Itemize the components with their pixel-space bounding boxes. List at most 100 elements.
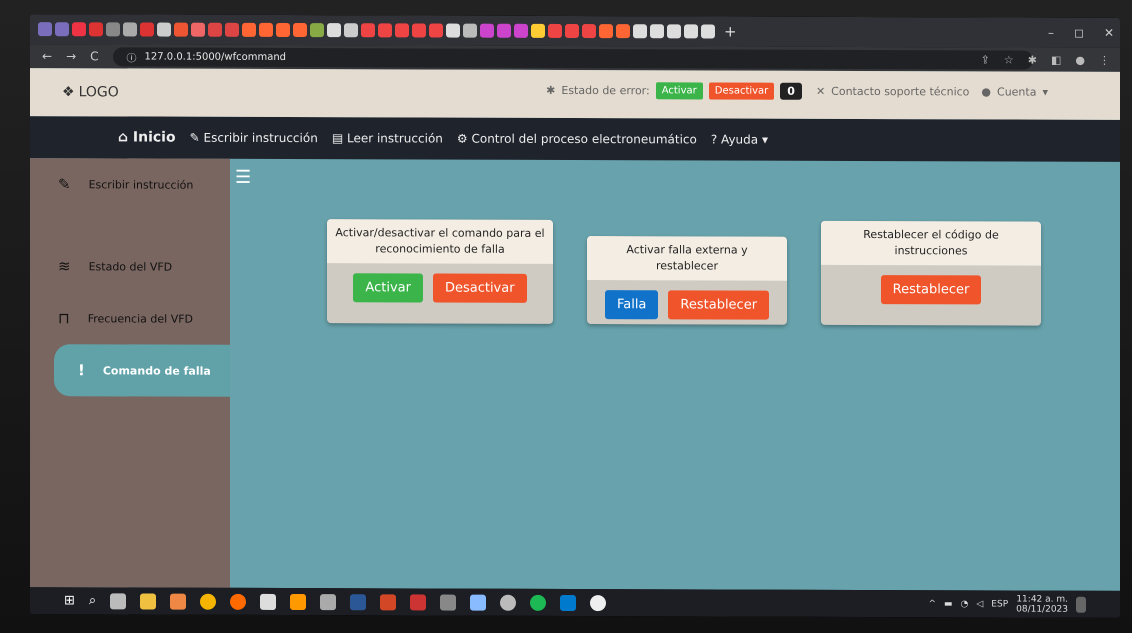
tab-favicon[interactable] — [531, 23, 545, 38]
tab-favicon[interactable] — [361, 23, 375, 38]
word-icon[interactable] — [350, 593, 367, 610]
tab-favicon[interactable] — [514, 23, 528, 38]
tab-favicon[interactable] — [89, 22, 103, 37]
share-icon[interactable]: ⇪ — [981, 53, 990, 66]
battery-icon[interactable]: ▬ — [944, 599, 953, 609]
nav-help[interactable]: ? Ayuda ▾ — [711, 132, 768, 146]
maximize-button[interactable]: ◻ — [1074, 26, 1084, 40]
tab-favicon[interactable] — [327, 23, 341, 38]
nav-read[interactable]: ▤ Leer instrucción — [332, 131, 443, 145]
sidebar-item-write[interactable]: ✎ Escribir instrucción — [30, 158, 230, 211]
fault-button[interactable]: Falla — [604, 290, 659, 320]
star-icon[interactable]: ☆ — [1004, 53, 1014, 66]
office-icon[interactable] — [170, 593, 187, 610]
sidebar-item-vfd-frequency[interactable]: ⊓ Frecuencia del VFD — [30, 292, 230, 345]
minimize-button[interactable]: – — [1048, 26, 1054, 40]
chrome-icon[interactable] — [200, 593, 217, 610]
nav-write[interactable]: ✎ Escribir instrucción — [190, 131, 318, 145]
new-tab-button[interactable]: + — [724, 23, 737, 41]
tab-favicon[interactable] — [310, 23, 324, 38]
tab-favicon[interactable] — [582, 24, 596, 39]
app-icon[interactable] — [320, 593, 337, 610]
chevron-up-icon[interactable]: ^ — [928, 599, 936, 609]
notification-icon[interactable] — [1076, 596, 1086, 613]
kebab-menu-icon[interactable]: ⋮ — [1099, 53, 1110, 66]
support-link[interactable]: Contacto soporte técnico — [831, 85, 969, 98]
vscode-icon[interactable] — [560, 594, 577, 611]
extensions-icon[interactable]: ✱ — [1028, 53, 1037, 66]
activate-recognition-button[interactable]: Activar — [353, 273, 423, 303]
activate-button[interactable]: Activar — [655, 82, 703, 100]
reset-fault-button[interactable]: Restablecer — [668, 290, 770, 320]
tab-favicon[interactable] — [650, 24, 664, 39]
tab-favicon[interactable] — [242, 22, 256, 37]
app-icon[interactable] — [440, 594, 457, 611]
tab-favicon[interactable] — [667, 24, 681, 39]
powerpoint-icon[interactable] — [380, 593, 397, 610]
tab-favicon[interactable] — [701, 24, 715, 39]
clock[interactable]: 11:42 a. m. 08/11/2023 — [1016, 594, 1068, 614]
logo[interactable]: ❖ LOGO — [62, 84, 119, 100]
tab-favicon[interactable] — [378, 23, 392, 38]
tab-favicon[interactable] — [38, 22, 52, 37]
tab-favicon[interactable] — [276, 22, 290, 38]
tab-favicon[interactable] — [565, 23, 579, 39]
profile-icon[interactable]: ● — [1075, 53, 1085, 66]
tab-favicon[interactable] — [446, 23, 460, 38]
back-icon[interactable]: ← — [42, 49, 52, 63]
forward-icon[interactable]: → — [66, 49, 76, 63]
tab-favicon[interactable] — [225, 22, 239, 37]
taskview-icon[interactable] — [110, 592, 127, 609]
nav-control[interactable]: ⚙ Control del proceso electroneumático — [457, 132, 697, 147]
app-icon[interactable] — [290, 593, 307, 610]
tab-favicon[interactable] — [123, 22, 137, 37]
tab-favicon[interactable] — [480, 23, 494, 38]
tab-favicon[interactable] — [616, 24, 630, 39]
mail-icon[interactable] — [470, 594, 487, 611]
language-indicator[interactable]: ESP — [991, 599, 1008, 609]
account-menu[interactable]: Cuenta — [997, 85, 1036, 98]
reset-instructions-button[interactable]: Restablecer — [880, 275, 982, 305]
sidebar-item-vfd-state[interactable]: ≋ Estado del VFD — [30, 240, 230, 293]
search-icon[interactable]: ⌕ — [89, 593, 96, 608]
spotify-icon[interactable] — [530, 594, 547, 611]
tab-favicon[interactable] — [208, 22, 222, 37]
windows-start-icon[interactable]: ⊞ — [64, 593, 75, 608]
deactivate-recognition-button[interactable]: Desactivar — [432, 273, 527, 303]
deactivate-button[interactable]: Desactivar — [708, 82, 775, 100]
tab-favicon[interactable] — [55, 22, 69, 37]
file-explorer-icon[interactable] — [140, 592, 157, 610]
volume-icon[interactable]: ◁ — [976, 599, 983, 609]
tab-favicon[interactable] — [259, 22, 273, 37]
url-field[interactable]: ⓘ 127.0.0.1:5000/wfcommand — [112, 46, 1033, 70]
tab-favicon[interactable] — [293, 23, 307, 38]
tab-favicon[interactable] — [140, 22, 154, 37]
hamburger-menu-icon[interactable]: ☰ — [235, 167, 251, 188]
tab-favicon[interactable] — [191, 22, 205, 37]
tab-favicon[interactable] — [174, 22, 188, 37]
tab-favicon[interactable] — [395, 23, 409, 38]
tab-favicon[interactable] — [429, 23, 443, 38]
tab-favicon[interactable] — [157, 22, 171, 37]
app-icon[interactable] — [590, 594, 607, 611]
tab-favicon[interactable] — [72, 22, 86, 37]
github-icon[interactable] — [500, 594, 517, 611]
info-icon[interactable]: ⓘ — [127, 49, 137, 64]
app-icon[interactable] — [410, 593, 427, 610]
close-window-button[interactable]: ✕ — [1104, 26, 1114, 40]
tab-favicon[interactable] — [548, 23, 562, 38]
sidebar-item-fault-command[interactable]: ! Comando de falla — [54, 344, 230, 397]
reload-icon[interactable]: C — [90, 49, 98, 63]
wifi-icon[interactable]: ◔ — [961, 599, 969, 609]
tab-favicon[interactable] — [463, 23, 477, 38]
tab-favicon[interactable] — [599, 24, 613, 39]
tia-portal-icon[interactable] — [260, 593, 277, 610]
tab-favicon[interactable] — [412, 23, 426, 38]
tab-favicon[interactable] — [684, 24, 698, 39]
tab-favicon[interactable] — [633, 24, 647, 39]
tab-favicon[interactable] — [344, 23, 358, 38]
sidepanel-icon[interactable]: ◧ — [1051, 53, 1061, 66]
firefox-icon[interactable] — [230, 593, 247, 610]
tab-favicon[interactable] — [497, 23, 511, 38]
nav-home[interactable]: ⌂ Inicio — [118, 129, 176, 145]
